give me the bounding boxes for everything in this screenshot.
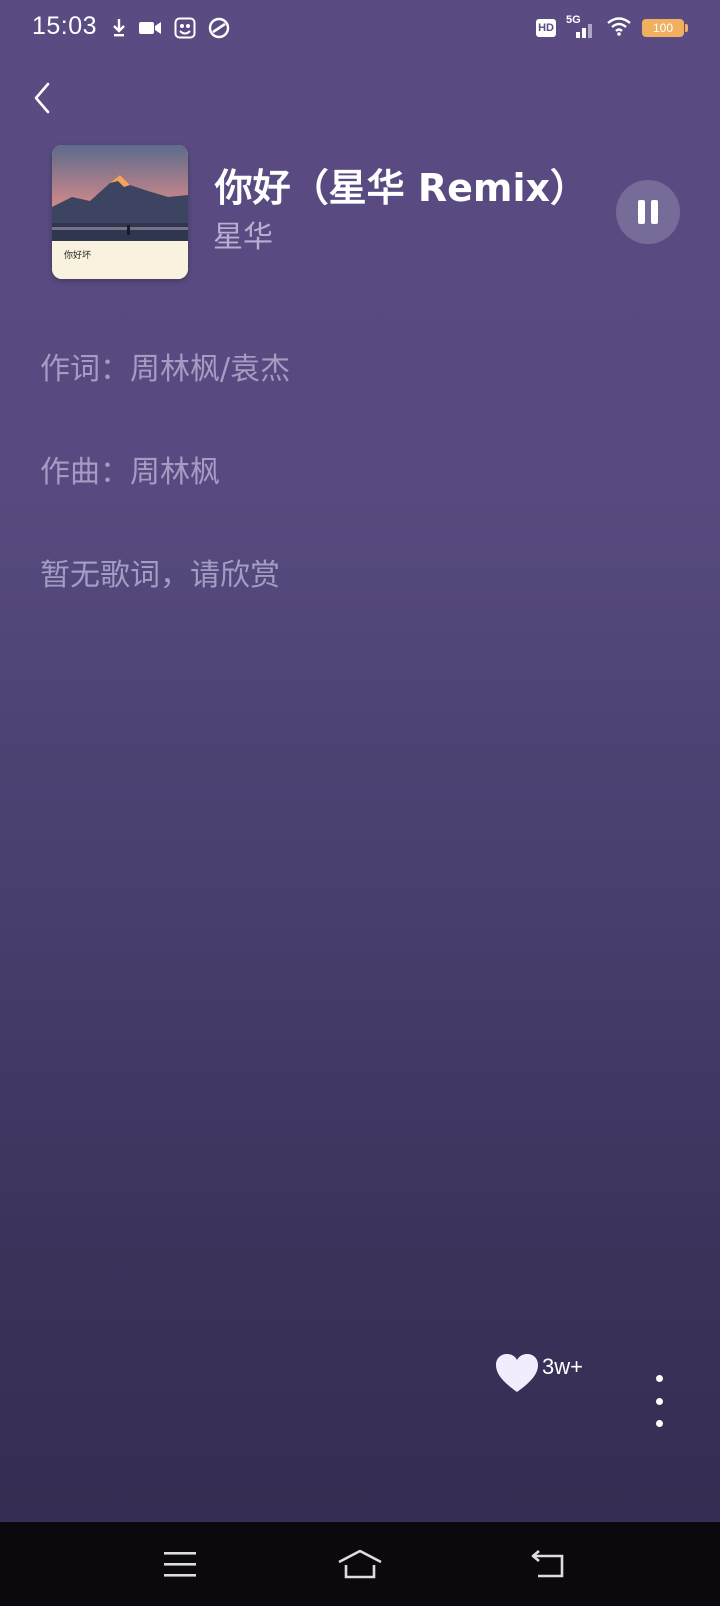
pause-icon: [638, 200, 658, 224]
nav-menu-button[interactable]: [150, 1540, 210, 1588]
now-playing-header: 你好坏 你好（星华 Remix） 星华: [0, 140, 720, 280]
pause-button[interactable]: [616, 180, 680, 244]
more-vertical-icon: [655, 1375, 663, 1382]
nav-home-button[interactable]: [330, 1540, 390, 1588]
sync-icon: [208, 17, 230, 43]
status-right-icons: HD 5G 100: [536, 14, 688, 40]
more-options-button[interactable]: [644, 1375, 674, 1427]
video-icon: [138, 19, 162, 41]
wifi-icon: [606, 16, 632, 40]
lyric-line: 作词：周林枫/袁杰: [40, 352, 291, 387]
cover-text: 你好坏: [64, 251, 92, 261]
back-icon: [531, 1550, 564, 1578]
hd-badge: HD: [536, 19, 556, 37]
home-icon: [338, 1549, 382, 1579]
status-time: 15:03: [32, 12, 98, 40]
download-icon: [112, 18, 126, 42]
heart-icon: [496, 1354, 538, 1392]
like-count: 3w+: [542, 1354, 583, 1379]
like-button[interactable]: [494, 1352, 544, 1402]
system-nav-bar: [0, 1522, 720, 1606]
lyrics-panel: 作词：周林枫/袁杰 作曲：周林枫 暂无歌词，请欣赏: [40, 348, 290, 657]
chevron-left-icon: [34, 82, 50, 114]
song-title-marquee: 你好（星华 Remix）: [208, 162, 588, 216]
battery-indicator: 100: [642, 19, 688, 37]
app-icon: [174, 17, 196, 43]
back-button[interactable]: [24, 76, 60, 120]
nav-back-button[interactable]: [518, 1540, 578, 1588]
status-bar: 15:03 HD 5G 100: [0, 0, 720, 56]
artist-name[interactable]: 星华: [213, 218, 273, 258]
signal-icon: 5G: [566, 14, 596, 39]
lyric-line: 暂无歌词，请欣赏: [40, 558, 280, 593]
album-cover[interactable]: 你好坏: [52, 145, 188, 279]
status-left-icons: [112, 17, 230, 43]
more-dot: [655, 1420, 663, 1427]
menu-icon: [164, 1552, 196, 1577]
more-dot: [655, 1397, 663, 1405]
song-title: 你好（星华 Remix）: [214, 166, 588, 210]
lyric-line: 作曲：周林枫: [40, 455, 220, 490]
